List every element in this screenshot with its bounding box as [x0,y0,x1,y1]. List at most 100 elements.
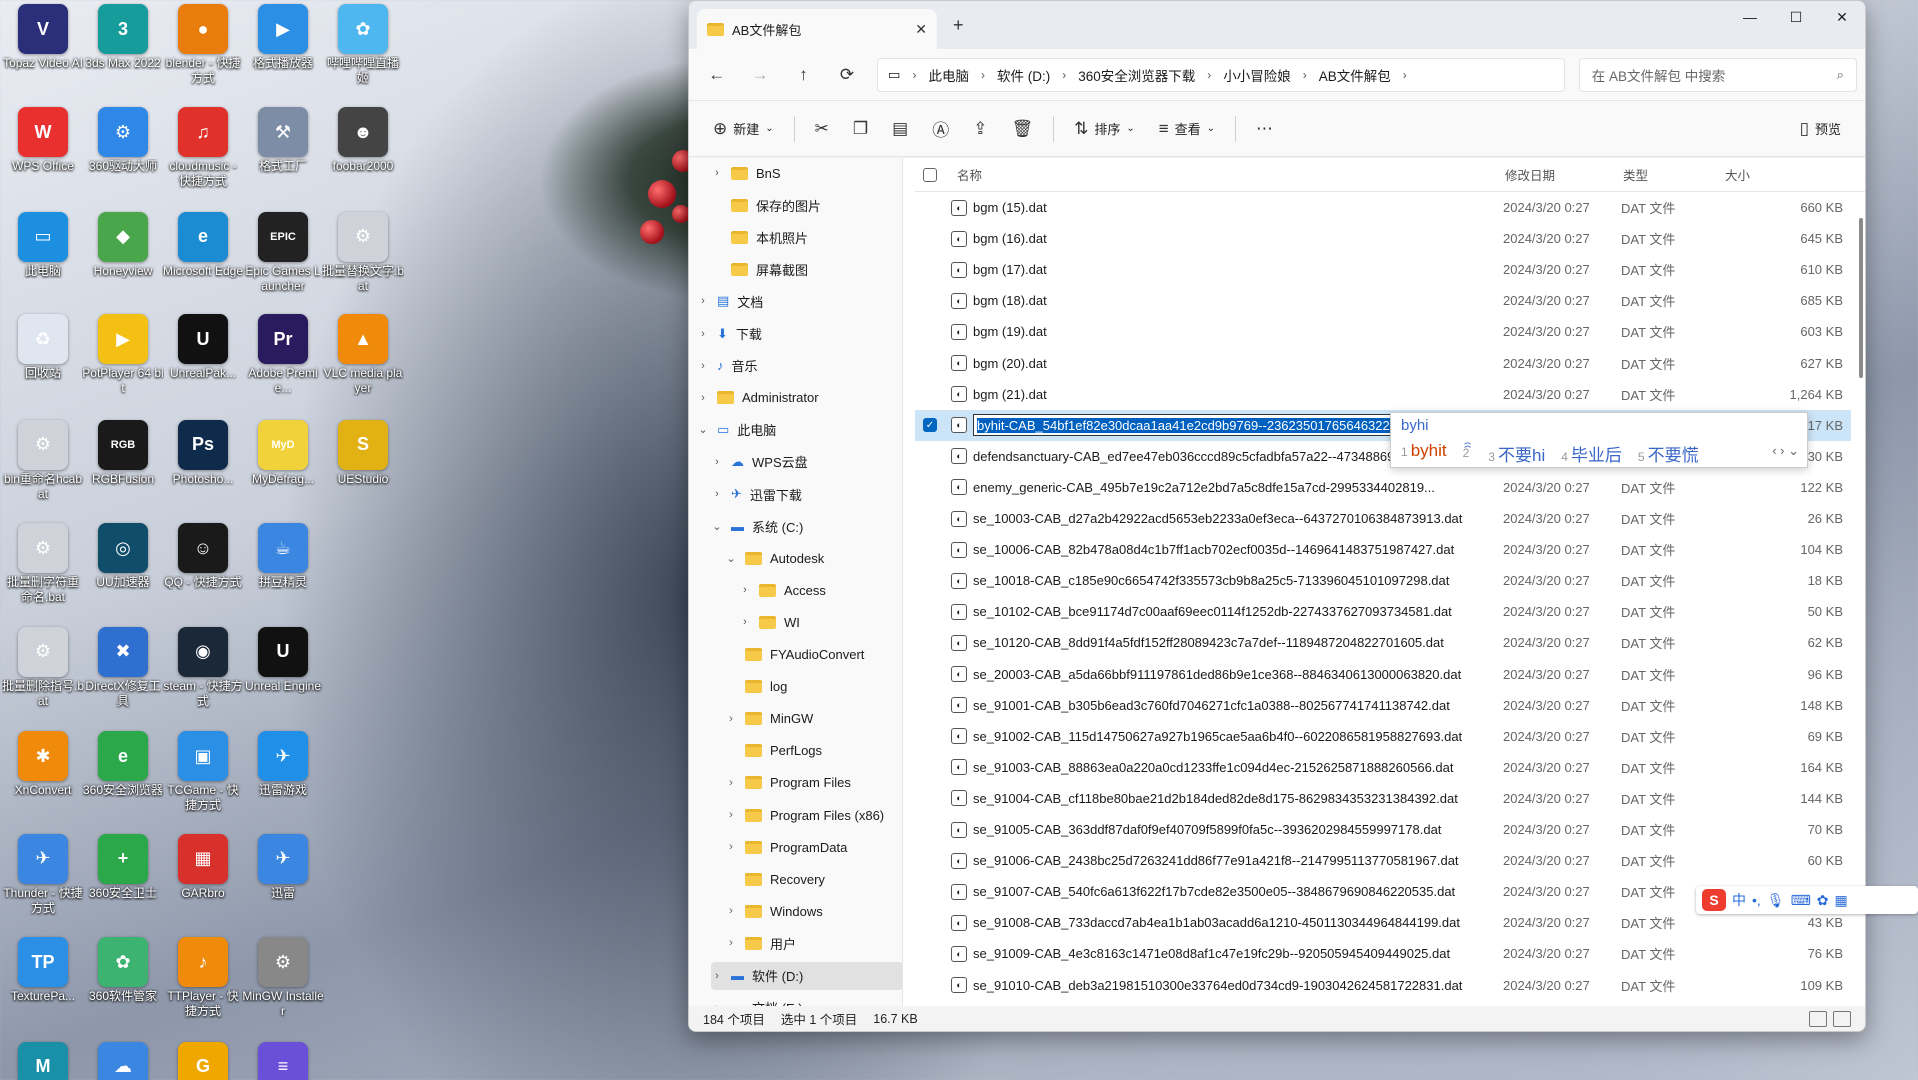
file-row[interactable]: ◐ enemy_generic-CAB_495b7e19c2a712e2bd7a5… [915,472,1851,503]
desktop-icon[interactable]: MyD MyDefrag... [242,419,324,487]
chevron-icon[interactable]: › [725,905,737,917]
paste-button[interactable]: ▤ [882,111,918,147]
file-row[interactable]: ◐ se_91010-CAB_deb3a21981510300e33764ed0d… [915,970,1851,1001]
desktop-icon[interactable]: S UEStudio [322,419,404,487]
desktop-icon[interactable]: ⚒ 格式工厂 [242,107,324,174]
tree-item[interactable]: › Program Files (x86) [725,801,902,829]
chevron-icon[interactable]: › [739,584,751,596]
chevron-icon[interactable]: › [725,841,737,853]
chevron-icon[interactable]: › [697,295,709,307]
chevron-icon[interactable]: › [711,970,723,982]
desktop-icon[interactable]: ☻ foobar2000 [322,107,404,174]
file-row[interactable]: ◐ se_91001-CAB_b305b6ead3c760fd7046271cfc… [915,690,1851,721]
cut-button[interactable]: ✂ [805,111,839,147]
chevron-icon[interactable]: › [711,167,723,179]
desktop-icon[interactable]: ▲ VLC media player [322,314,404,396]
desktop-icon[interactable]: ☺ QQ - 快捷方式 [162,523,244,590]
keyboard-icon[interactable]: ⌨ [1791,892,1811,909]
column-name[interactable]: 名称 [957,165,982,184]
file-row[interactable]: ◐ se_10102-CAB_bce91174d7c00aaf69eec0114f… [915,596,1851,627]
desktop-icon[interactable]: ▭ 此电脑 [2,211,84,279]
scrollbar[interactable] [1859,218,1863,378]
more-button[interactable]: ⋯ [1246,111,1283,147]
chevron-icon[interactable]: ⌄ [725,552,737,565]
desktop-icon[interactable]: ▶ PotPlayer 64 bit [82,314,164,396]
tree-item[interactable]: › MinGW [725,705,902,733]
tree-item[interactable]: FYAudioConvert [725,641,902,669]
desktop-icon[interactable]: Gwegame - 快捷方式 [162,1041,244,1080]
close-window-button[interactable]: ✕ [1819,1,1865,33]
rename-button[interactable]: Ⓐ [922,111,959,147]
file-row[interactable]: ◐ se_91004-CAB_cf118be80bae21d2b184ded82d… [915,783,1851,814]
desktop-icon[interactable]: V Topaz Video AI [2,4,84,71]
tree-item[interactable]: › ☁ WPS云盘 [711,448,902,476]
tree-item[interactable]: › ✈ 迅雷下载 [711,480,902,508]
ime-page-arrows[interactable]: ‹ › ⌄ [1772,443,1799,459]
row-checkbox[interactable]: ✓ [923,418,937,433]
file-row[interactable]: ◐ se_10003-CAB_d27a2b42922acd5653eb2233a0… [915,503,1851,534]
desktop-icon[interactable]: ◆ Honeyview [82,211,164,279]
tree-item[interactable]: 保存的图片 [711,191,902,219]
file-row[interactable]: ◐ se_91003-CAB_88863ea0a220a0cd1233ffe1c0… [915,752,1851,783]
tree-item[interactable]: ⌄ Autodesk [725,544,902,572]
desktop-icon[interactable]: ◉ steam - 快捷方式 [162,626,244,709]
desktop-icon[interactable]: ✿ 哔哩哔哩直播姬 [322,4,404,86]
preview-button[interactable]: ▯ 预览 [1790,111,1851,147]
file-row[interactable]: ◐ bgm (15).dat 2024/3/20 0:27 DAT 文件 660 KB [915,192,1851,223]
tree-item[interactable]: Recovery [725,865,902,893]
file-row[interactable]: ◐ bgm (20).dat 2024/3/20 0:27 DAT 文件 627 KB [915,348,1851,379]
tree-item[interactable]: log [725,673,902,701]
desktop-icon[interactable]: ✈ 迅雷游戏 [242,731,324,798]
sogou-logo-icon[interactable]: S [1702,889,1726,911]
close-tab-icon[interactable]: ✕ [915,21,927,38]
desktop-icon[interactable]: ▶ 格式播放器 [242,4,324,71]
desktop-icon[interactable]: ⚙ bin重命名hcabat [2,419,84,502]
mic-icon[interactable]: 🎙 [1767,892,1785,909]
breadcrumb-2[interactable]: 360安全浏览器下载 [1078,65,1195,85]
toolbox-icon[interactable]: ▦ [1835,892,1848,909]
tree-item[interactable]: › Windows [725,897,902,925]
desktop-icon[interactable]: ◎ UU加速器 [82,523,164,590]
desktop-icon[interactable]: ⚙ MinGW Installer [242,937,324,1019]
search-input[interactable]: 在 AB文件解包 中搜索 ⌕ [1578,57,1857,92]
column-date[interactable]: 修改日期 [1505,165,1555,184]
desktop-icon[interactable]: ▣ TCGame - 快捷方式 [162,731,244,813]
file-row[interactable]: ◐ se_10018-CAB_c185e90c6654742f335573cb9b… [915,565,1851,596]
ime-candidate[interactable]: 1 byhit [1401,441,1447,466]
chevron-icon[interactable]: › [711,456,723,468]
desktop-icon[interactable]: Pr Adobe Premie... [242,314,324,396]
rename-input[interactable]: byhit-CAB_54bf1ef82e30dcaa1aa41e2cd9b976… [973,414,1430,437]
desktop-icon[interactable]: e Microsoft Edge [162,211,244,279]
tiles-view-icon[interactable] [1833,1010,1851,1027]
chevron-icon[interactable]: ⌄ [697,423,709,436]
share-button[interactable]: ⇪ [963,111,997,147]
desktop-icon[interactable]: ⚙ 批量删字符重命名.bat [2,523,84,605]
desktop-icon[interactable]: ✿ 360软件管家 [82,937,164,1004]
file-row[interactable]: ◐ bgm (18).dat 2024/3/20 0:27 DAT 文件 685 KB [915,285,1851,316]
ime-candidate[interactable]: 2ꩰ [1463,441,1473,466]
refresh-button[interactable]: ⟳ [827,57,866,93]
desktop-icon[interactable]: Mmaya - 快捷方式 [2,1041,84,1080]
tree-item[interactable]: › ♪ 音乐 [697,352,902,380]
desktop-icon[interactable]: ≡rpcs3.exe [242,1041,324,1080]
desktop-icon[interactable]: ✖ DirectX修复工具 [82,626,164,709]
chevron-icon[interactable]: › [725,809,737,821]
new-tab-button[interactable]: + [953,15,964,36]
file-row[interactable]: ◐ se_91005-CAB_363ddf87daf0f9ef40709f5899… [915,814,1851,845]
chevron-icon[interactable]: › [697,328,709,340]
file-row[interactable]: ◐ se_10006-CAB_82b478a08d4c1b7ff1acb702ec… [915,534,1851,565]
desktop-icon[interactable]: ☕ 拼豆精灵 [242,523,324,590]
skin-icon[interactable]: ✿ [1817,892,1829,909]
chevron-icon[interactable]: › [725,713,737,725]
file-row[interactable]: ◐ bgm (17).dat 2024/3/20 0:27 DAT 文件 610 KB [915,254,1851,285]
tree-item[interactable]: › Administrator [697,384,902,412]
back-button[interactable]: ← [697,57,736,93]
desktop-icon[interactable]: U UnrealPak... [162,314,244,381]
forward-button[interactable]: → [740,57,779,93]
punctuation-icon[interactable]: •, [1752,892,1761,908]
breadcrumb-1[interactable]: 软件 (D:) [997,65,1050,85]
desktop-icon[interactable]: ✱ XnConvert [2,731,84,798]
chevron-icon[interactable]: › [725,777,737,789]
chevron-icon[interactable]: › [739,616,751,628]
file-row[interactable]: ◐ se_20003-CAB_a5da66bbf911197861ded86b9e… [915,659,1851,690]
